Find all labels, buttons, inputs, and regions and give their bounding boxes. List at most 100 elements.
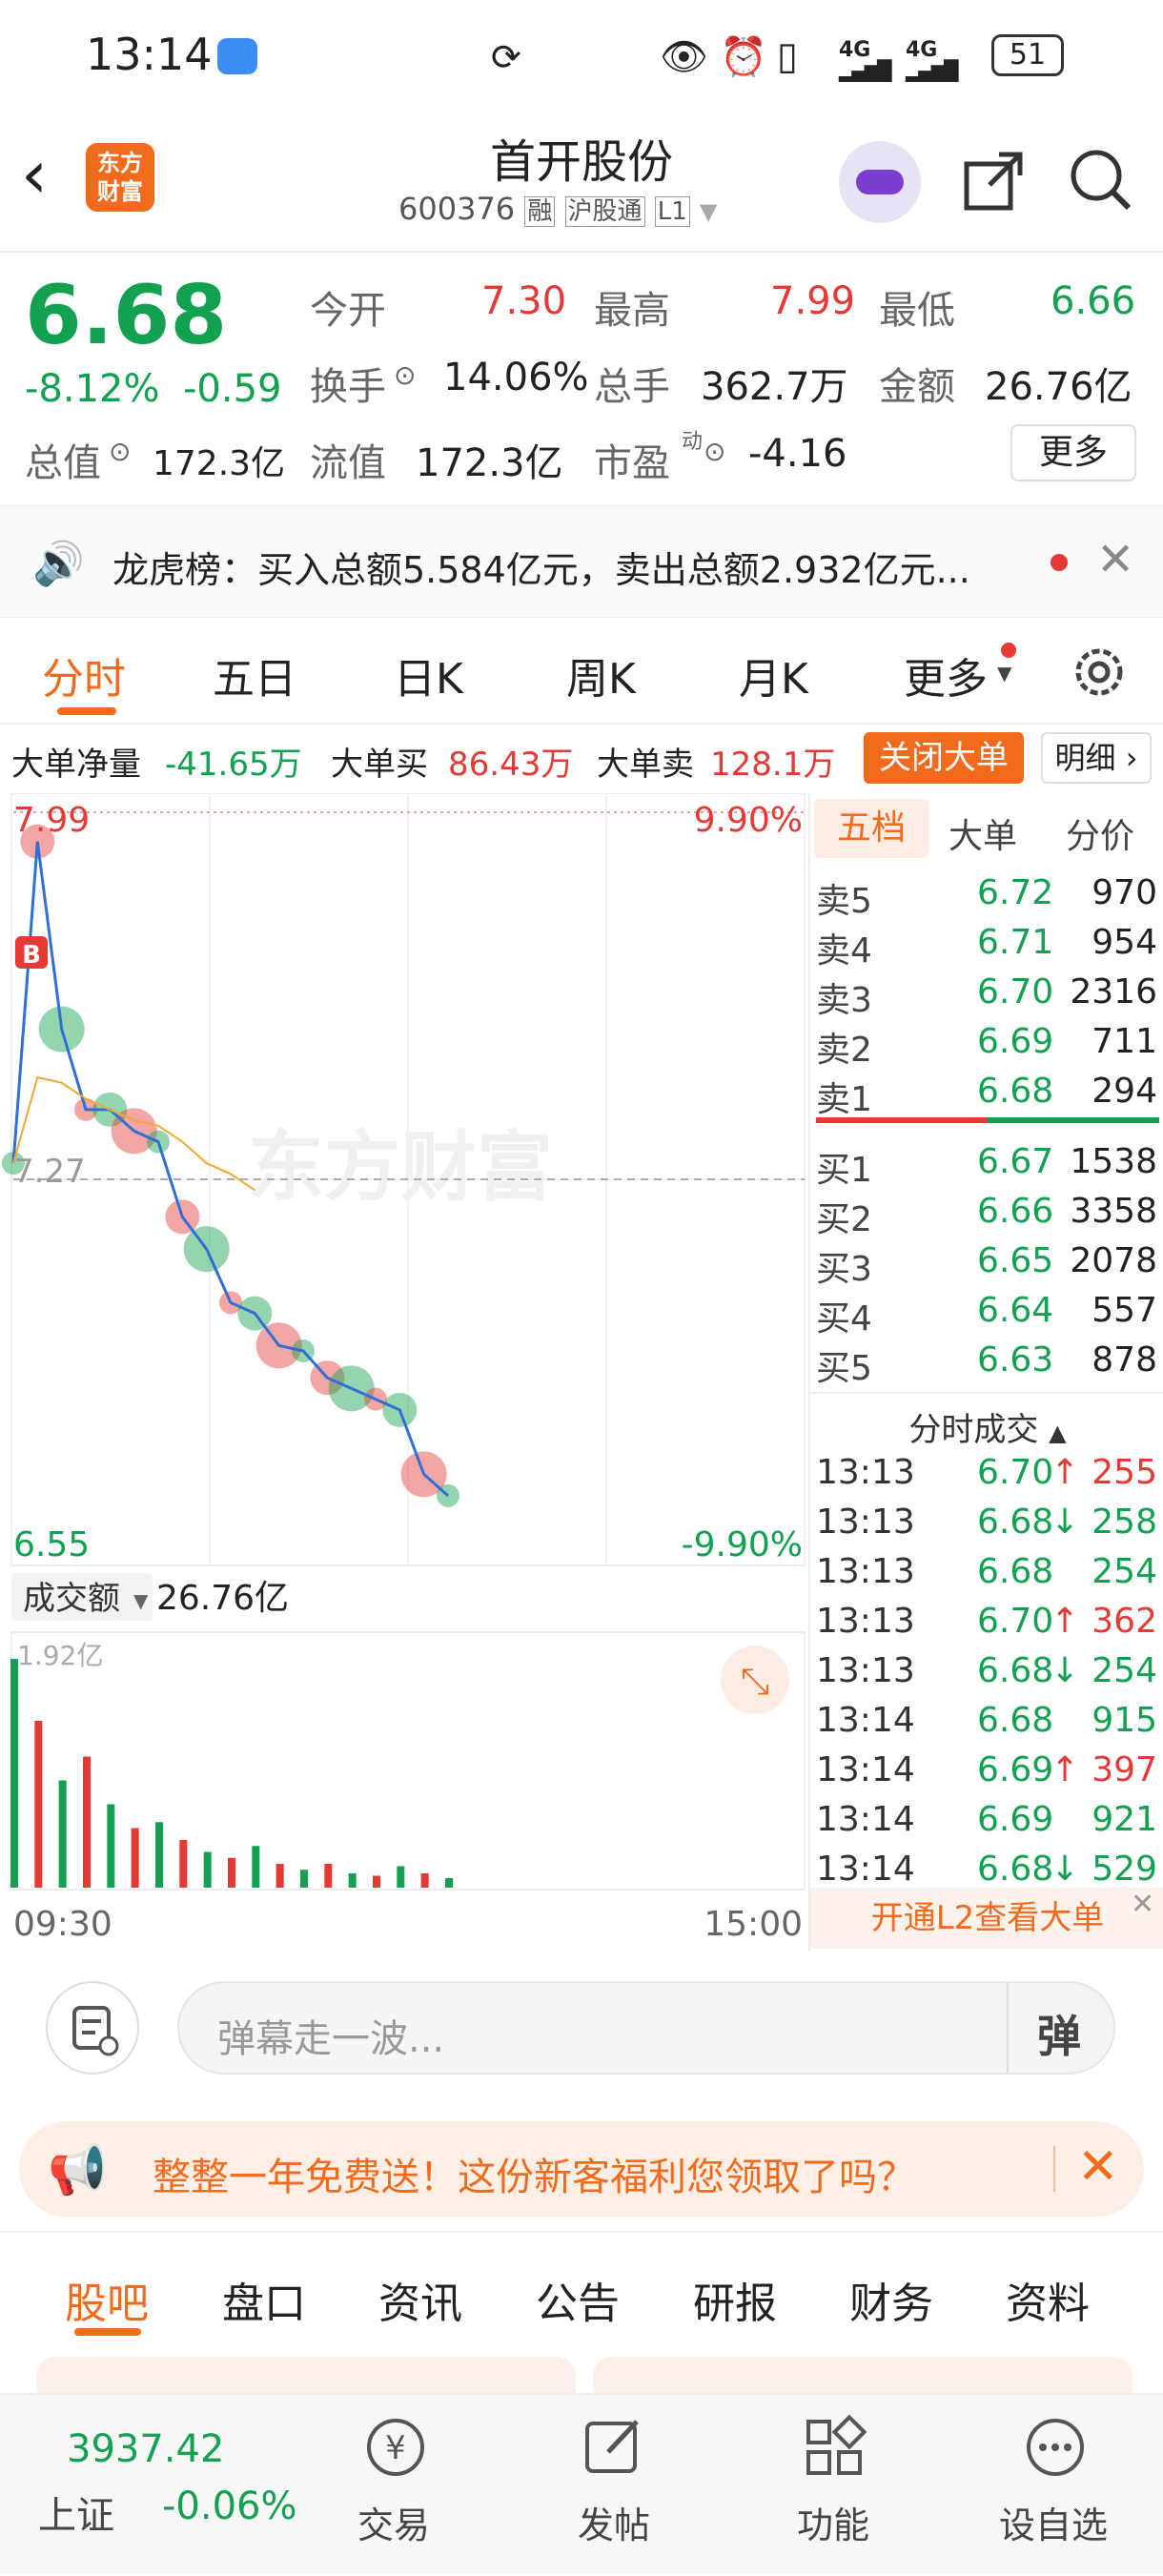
low-value: 6.66 [1051, 279, 1136, 323]
detail-button[interactable]: 明细 › [1041, 732, 1152, 784]
tick-direction: ↑ [1051, 1750, 1080, 1789]
net-label: 大单净量 [11, 746, 141, 784]
more-button[interactable]: 更多 [1010, 424, 1136, 481]
tab-more[interactable]: 更多 [904, 644, 988, 705]
assistant-avatar[interactable] [839, 141, 921, 223]
close-icon[interactable]: ✕ [1077, 2138, 1119, 2196]
level-label: 买1 [816, 1151, 872, 1190]
tab-profile[interactable]: 资料 [1006, 2269, 1090, 2330]
tick-time: 13:13 [816, 1503, 915, 1542]
tick-time: 13:13 [816, 1602, 915, 1641]
nav-functions[interactable]: 功能 [782, 2395, 887, 2576]
dragon-tiger-banner[interactable]: 🔊 龙虎榜：买入总额5.584亿元，卖出总额2.932亿元... ✕ [0, 505, 1163, 618]
vibrate-icon: ▯ [777, 34, 799, 78]
tab-news[interactable]: 资讯 [378, 2269, 462, 2330]
level-price: 6.66 [977, 1192, 1054, 1231]
tick-volume: 254 [1092, 1552, 1157, 1591]
close-bigorder-button[interactable]: 关闭大单 [864, 732, 1024, 784]
tab-weekly-k[interactable]: 周K [566, 644, 636, 705]
tab-pankou[interactable]: 盘口 [222, 2269, 306, 2330]
nav-trade[interactable]: ¥ 交易 [343, 2395, 448, 2576]
tab-price-distribution[interactable]: 分价 [1066, 808, 1134, 858]
volume-bar [397, 1866, 405, 1888]
tab-monthly-k[interactable]: 月K [739, 644, 808, 705]
tab-intraday[interactable]: 分时 [42, 644, 126, 705]
volume-max-label: 1.92亿 [17, 1640, 103, 1671]
nav-post[interactable]: 发帖 [561, 2395, 665, 2576]
tab-five-levels[interactable]: 五档 [814, 799, 928, 858]
danmu-toggle-icon[interactable]: 弹 [1037, 2002, 1081, 2065]
tick-direction: ↓ [1051, 1850, 1080, 1889]
tab-finance[interactable]: 财务 [849, 2269, 933, 2330]
tab-guba[interactable]: 股吧 [65, 2269, 149, 2330]
nav-add-watchlist[interactable]: 设自选 [991, 2395, 1125, 2576]
speaker-icon: 🔊 [32, 540, 85, 588]
share-icon[interactable] [961, 147, 1028, 214]
promo-banner[interactable]: 📢 整整一年免费送！这份新客福利您领取了吗？ ✕ [19, 2121, 1144, 2217]
tick-row: 13:13 6.68 ↓ 258 [810, 1503, 1163, 1552]
unread-dot [1001, 643, 1016, 658]
card-peek-left [36, 2357, 576, 2395]
level-label: 买4 [816, 1299, 872, 1339]
level-label: 卖1 [816, 1080, 872, 1119]
level-volume: 2078 [1070, 1241, 1157, 1280]
ask-row: 卖3 6.70 2316 [810, 972, 1163, 1022]
tab-five-day[interactable]: 五日 [213, 644, 296, 705]
note-button[interactable] [46, 1981, 139, 2075]
buy-value: 86.43万 [448, 746, 574, 784]
sync-icon: ⟳ [491, 36, 521, 78]
tick-price: 6.68 [977, 1651, 1054, 1690]
card-peek-right [593, 2357, 1132, 2395]
tick-row: 13:13 6.68 254 [810, 1552, 1163, 1602]
tab-big-orders[interactable]: 大单 [949, 808, 1017, 858]
status-time: 13:14 [86, 29, 213, 80]
intraday-chart[interactable]: 东方财富 7.99 9.90% 7.27 6.55 -9.90% B 成交额 ▼… [0, 792, 808, 1952]
tick-row: 13:13 6.70 ↑ 362 [810, 1602, 1163, 1651]
info-icon[interactable]: ⊙ [704, 436, 725, 467]
stock-code: 600376 融 沪股通 L1 ▼ [398, 191, 718, 227]
svg-text:¥: ¥ [385, 2429, 406, 2467]
volume-bar [107, 1804, 115, 1888]
intraday-chart-area[interactable]: 东方财富 7.99 9.90% 7.27 6.55 -9.90% B 成交额 ▼… [0, 792, 808, 1952]
volume-bar [275, 1864, 284, 1888]
tick-time: 13:13 [816, 1651, 915, 1690]
tick-row: 13:14 6.68 ↓ 529 [810, 1850, 1163, 1899]
level-volume: 557 [1092, 1291, 1157, 1330]
tab-research[interactable]: 研报 [693, 2269, 777, 2330]
badge-l1: L1 [654, 196, 690, 227]
search-icon[interactable] [1068, 147, 1134, 214]
gear-icon[interactable] [1070, 643, 1129, 702]
level-price: 6.67 [977, 1142, 1054, 1181]
pe-label: 市盈 [594, 441, 670, 485]
level-price: 6.71 [977, 923, 1054, 962]
index-name: 上证 [38, 2494, 114, 2538]
level-price: 6.72 [977, 873, 1054, 912]
sell-label: 大单卖 [597, 746, 694, 784]
pe-superscript: 动 [682, 430, 704, 454]
message-icon [217, 38, 257, 74]
bid-row: 买5 6.63 878 [810, 1340, 1163, 1390]
volume-bar [373, 1875, 380, 1888]
volume-bar [252, 1846, 260, 1888]
info-icon[interactable]: ⊙ [109, 436, 131, 467]
bid-row: 买2 6.66 3358 [810, 1192, 1163, 1241]
signal-icon-2: ▂▄▆█ [906, 59, 959, 82]
battery-indicator: 51 [991, 34, 1064, 76]
ask-row: 卖4 6.71 954 [810, 923, 1163, 972]
ticks-title[interactable]: 分时成交 ▲ [810, 1392, 1163, 1450]
volume-bar [203, 1851, 212, 1888]
volume-bar [179, 1840, 188, 1888]
megaphone-icon: 📢 [48, 2142, 108, 2198]
tab-daily-k[interactable]: 日K [394, 644, 463, 705]
index-widget[interactable]: 3937.42 上证 -0.06% [0, 2395, 315, 2576]
volume-bar [420, 1873, 429, 1888]
info-icon[interactable]: ⊙ [394, 359, 416, 391]
danmu-input[interactable]: 弹幕走一波... 弹 [177, 1981, 1115, 2075]
ask-row: 卖1 6.68 294 [810, 1072, 1163, 1121]
tab-announcements[interactable]: 公告 [536, 2269, 620, 2330]
level-volume: 3358 [1070, 1192, 1157, 1231]
level-volume: 711 [1092, 1022, 1157, 1061]
tick-volume: 529 [1092, 1850, 1157, 1889]
close-icon[interactable]: ✕ [1096, 533, 1134, 586]
float-value: 172.3亿 [416, 441, 563, 485]
